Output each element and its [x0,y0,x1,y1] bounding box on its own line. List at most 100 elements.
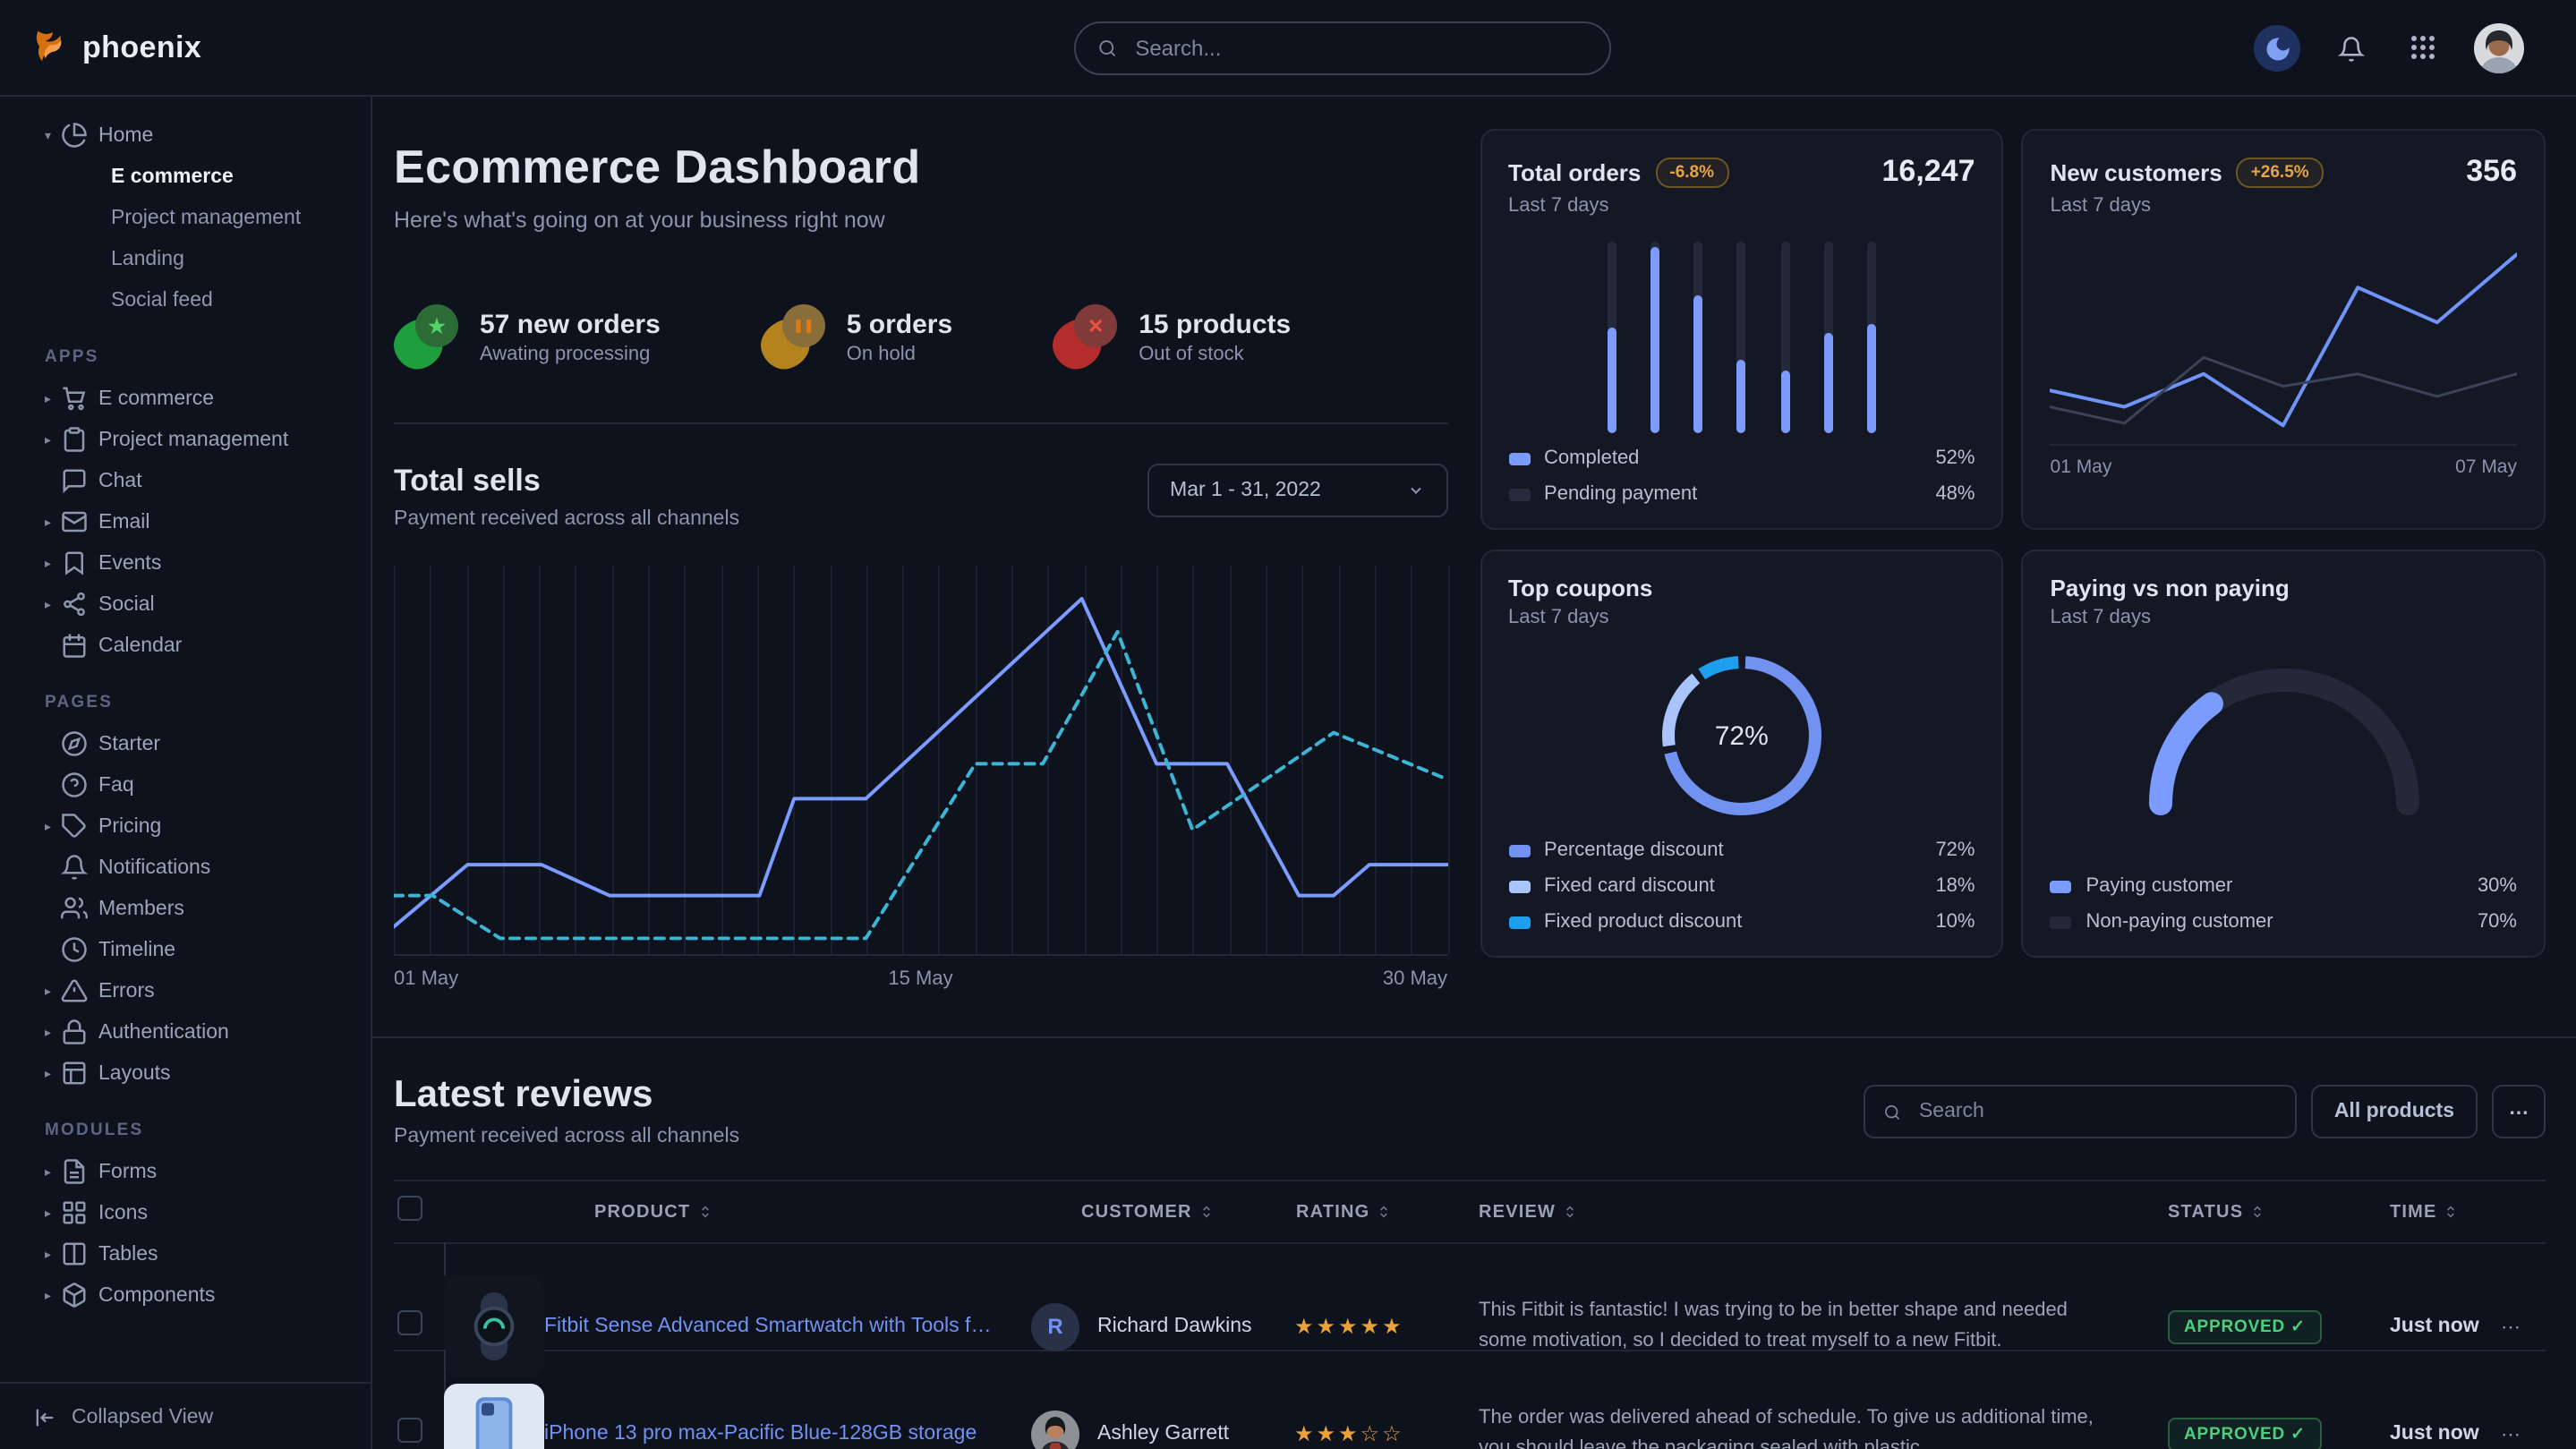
row-checkbox[interactable] [397,1417,422,1442]
sidebar-item-icons[interactable]: ▸Icons [0,1192,371,1233]
legend-value: 52% [1935,447,1975,469]
sidebar-item-events[interactable]: ▸Events [0,542,371,584]
x-axis-label: 01 May [394,968,458,990]
reviews-menu-button[interactable]: ⋯ [2492,1085,2546,1138]
review-text: The order was delivered ahead of schedul… [1425,1403,2143,1449]
row-checkbox[interactable] [397,1309,422,1334]
sidebar-item-members[interactable]: Members [0,888,371,929]
column-header-customer[interactable]: CUSTOMER [1028,1202,1264,1222]
top-nav: phoenix [0,0,2576,97]
sidebar-item-project-management[interactable]: ▸Project management [0,419,371,460]
date-range-select[interactable]: Mar 1 - 31, 2022 [1147,464,1447,517]
sidebar-item-faq[interactable]: Faq [0,764,371,805]
sidebar-item-starter[interactable]: Starter [0,723,371,764]
sidebar-item-calendar[interactable]: Calendar [0,625,371,666]
sort-icon [697,1203,712,1221]
legend-value: 72% [1935,840,1975,861]
sidebar-item-home[interactable]: ▾Home [0,115,371,156]
column-header-review[interactable]: REVIEW [1425,1202,2143,1222]
select-all-checkbox[interactable] [397,1195,422,1220]
sidebar-item-social[interactable]: ▸Social [0,584,371,625]
sidebar-item-authentication[interactable]: ▸Authentication [0,1011,371,1053]
legend-value: 70% [2478,911,2517,933]
product-link[interactable]: iPhone 13 pro max-Pacific Blue-128GB sto… [544,1423,1028,1445]
reviews-search[interactable] [1864,1085,2297,1138]
date-range-value: Mar 1 - 31, 2022 [1170,480,1321,501]
user-avatar[interactable] [2474,23,2524,73]
sidebar-item-chat[interactable]: Chat [0,460,371,501]
sidebar-item-label: E commerce [111,166,234,187]
row-menu-button[interactable]: ⋯ [2501,1422,2546,1445]
sidebar-item-e-commerce[interactable]: E commerce [0,156,371,197]
users-icon [61,895,88,922]
bar-fill [1780,370,1789,433]
sidebar-section-pages: PAGES [0,693,371,712]
all-products-button[interactable]: All products [2311,1085,2478,1138]
paying-vs-non-paying-card: Paying vs non paying Last 7 days Paying … [2022,550,2546,958]
reviews-table: PRODUCTCUSTOMERRATINGREVIEWSTATUSTIME Fi… [394,1180,2546,1449]
legend-swatch [1508,916,1530,928]
sidebar-item-email[interactable]: ▸Email [0,501,371,542]
notifications-button[interactable] [2327,25,2374,72]
caret-icon: ▸ [45,1164,61,1179]
sidebar-item-errors[interactable]: ▸Errors [0,970,371,1011]
sidebar-nav: ▾Home E commerce Project management Landing… [0,115,371,1316]
sidebar-item-layouts[interactable]: ▸Layouts [0,1053,371,1094]
layout-icon [61,1060,88,1087]
reviews-search-input[interactable] [1915,1099,2277,1124]
bar-fill [1651,247,1659,433]
column-header-time[interactable]: TIME [2365,1202,2501,1222]
box-icon [61,1282,88,1308]
top-coupons-period: Last 7 days [1508,607,1975,628]
sidebar-item-forms[interactable]: ▸Forms [0,1151,371,1192]
alert-icon [61,977,88,1004]
sidebar-item-landing[interactable]: Landing [0,238,371,279]
product-thumbnail[interactable] [444,1350,544,1449]
sidebar-item-project-management[interactable]: Project management [0,197,371,238]
column-header-status[interactable]: STATUS [2143,1202,2365,1222]
chat-icon [61,467,88,494]
legend-label: Fixed card discount [1544,875,1715,897]
total-orders-legend: Completed52%Pending payment48% [1508,433,1975,505]
section-divider [394,422,1447,424]
sidebar-item-notifications[interactable]: Notifications [0,847,371,888]
sidebar-item-timeline[interactable]: Timeline [0,929,371,970]
apps-menu-button[interactable] [2401,25,2447,72]
sidebar-item-components[interactable]: ▸Components [0,1274,371,1316]
legend-value: 48% [1935,483,1975,505]
theme-toggle-button[interactable] [2254,25,2300,72]
sort-icon [2250,1203,2265,1221]
product-link[interactable]: Fitbit Sense Advanced Smartwatch with To… [544,1316,1028,1337]
sidebar-item-e-commerce[interactable]: ▸E commerce [0,378,371,419]
legend-row-fixed-card-discount: Fixed card discount18% [1508,875,1975,897]
global-search[interactable] [1074,21,1611,75]
pie-icon [61,122,88,149]
sidebar-item-label: Social feed [111,289,213,311]
sidebar-item-social-feed[interactable]: Social feed [0,279,371,320]
dashboard-top-region: Ecommerce Dashboard Here's what's going … [372,97,2576,997]
phoenix-flame-icon [29,27,70,68]
review-time: Just now [2365,1316,2501,1337]
sidebar-item-label: Landing [111,248,184,269]
sidebar-item-pricing[interactable]: ▸Pricing [0,805,371,847]
brand-logo[interactable]: phoenix [0,27,372,68]
sidebar-item-tables[interactable]: ▸Tables [0,1233,371,1274]
sidebar-item-label: Pricing [98,815,161,837]
total-orders-period: Last 7 days [1508,195,1975,217]
column-header-product[interactable]: PRODUCT [544,1202,1028,1222]
bell-icon [61,854,88,881]
file-icon [61,1158,88,1185]
bar-fill [1737,361,1746,433]
row-menu-button[interactable]: ⋯ [2501,1315,2546,1338]
global-search-input[interactable] [1131,34,1588,63]
legend-label: Percentage discount [1544,840,1724,861]
columns-icon [61,1240,88,1267]
sidebar-item-label: Layouts [98,1062,171,1084]
sidebar-item-label: Social [98,593,155,615]
sort-icon [1199,1203,1214,1221]
overview-column: Ecommerce Dashboard Here's what's going … [394,129,1447,997]
collapse-sidebar-button[interactable]: Collapsed View [0,1382,371,1449]
x-axis-label: 07 May [2455,456,2517,478]
bookmark-icon [61,550,88,576]
column-header-rating[interactable]: RATING [1264,1202,1425,1222]
